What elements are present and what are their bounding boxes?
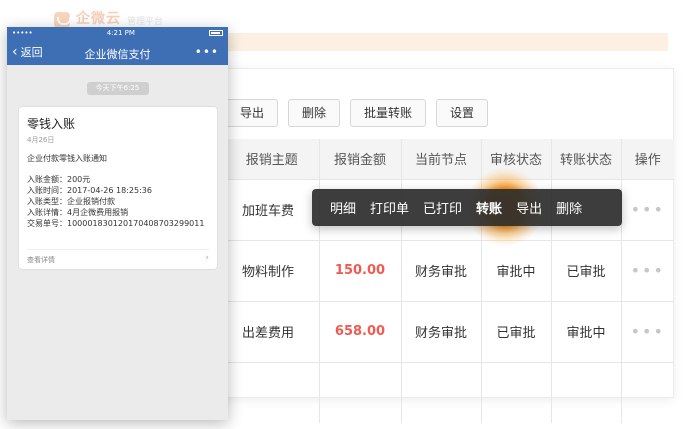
view-details-label: 查看详情 (27, 256, 55, 264)
phone-mockup: ••••• 4:21 PM ‹ 返回 企业微信支付 ••• 今天下午6:25 零… (7, 27, 228, 420)
action-delete[interactable]: 删除 (556, 198, 582, 217)
cell-subject: 物料制作 (225, 239, 320, 301)
message-line: 入账时间：2017-04-26 18:25:36 (27, 186, 152, 195)
cell-operation[interactable]: ••• (621, 300, 674, 362)
chevron-right-icon: › (205, 253, 209, 263)
message-heading: 企业付款零钱入账通知 (27, 154, 107, 163)
battery-icon (209, 30, 223, 36)
cell-transfer: 已审批 (551, 239, 622, 301)
status-time: 4:21 PM (106, 29, 135, 37)
message-line: 入账类型：企业报销付款 (27, 197, 115, 206)
row-action-bar: 明细 打印单 已打印 转账 导出 删除 (312, 189, 622, 226)
expense-panel: 导出 删除 批量转账 设置 报销主题 报销金额 当前节点 审核状态 转账状态 操… (210, 68, 674, 423)
signal-icon: ••••• (12, 29, 33, 37)
view-details-link[interactable]: 查看详情 › (27, 249, 209, 265)
delete-button[interactable]: 删除 (288, 99, 341, 127)
payment-message-card[interactable]: 零钱入账 4月26日 企业付款零钱入账通知 入账金额：200元 入账时间：201… (18, 106, 218, 270)
table-row[interactable]: 物料制作 150.00 财务审批 审批中 已审批 ••• (225, 239, 674, 301)
cell-node: 财务审批 (401, 300, 482, 362)
header-node[interactable]: 当前节点 (401, 139, 482, 179)
more-dots-icon[interactable]: ••• (631, 322, 665, 341)
message-line: 交易单号：100001830120170408703299011 (27, 219, 205, 228)
cell-audit: 审批中 (481, 239, 552, 301)
action-transfer[interactable]: 转账 (476, 198, 502, 217)
cell-operation[interactable]: ••• (621, 239, 674, 301)
table-header-row: 报销主题 报销金额 当前节点 审核状态 转账状态 操作 (225, 139, 674, 179)
action-export[interactable]: 导出 (516, 198, 542, 217)
table-row[interactable]: 出差费用 658.00 财务审批 已审批 审批中 ••• (225, 300, 674, 362)
phone-nav-bar: ‹ 返回 企业微信支付 ••• (7, 39, 228, 65)
brand-logo-area: 企微云 管理平台 (54, 8, 163, 28)
action-detail[interactable]: 明细 (330, 198, 356, 217)
action-printed[interactable]: 已打印 (423, 198, 462, 217)
phone-status-bar: ••••• 4:21 PM (7, 27, 228, 39)
cell-subject: 出差费用 (225, 300, 320, 362)
export-button[interactable]: 导出 (226, 99, 279, 127)
cell-node: 财务审批 (401, 239, 482, 301)
message-line: 入账金额：200元 (27, 175, 91, 184)
table-row-empty (225, 361, 674, 423)
message-line: 入账详情：4月企微费用报销 (27, 208, 129, 217)
header-subject[interactable]: 报销主题 (225, 139, 320, 179)
more-dots-icon[interactable]: ••• (631, 261, 665, 280)
toolbar: 导出 删除 批量转账 设置 (226, 99, 489, 127)
header-transfer-status[interactable]: 转账状态 (551, 139, 622, 179)
cell-subject: 加班车费 (225, 178, 320, 240)
notice-bar (228, 33, 668, 51)
message-date: 4月26日 (27, 136, 55, 144)
cell-amount: 658.00 (319, 300, 402, 362)
cell-transfer: 审批中 (551, 300, 622, 362)
settings-button[interactable]: 设置 (436, 99, 489, 127)
cell-audit: 已审批 (481, 300, 552, 362)
batch-transfer-button[interactable]: 批量转账 (350, 99, 427, 127)
message-title: 零钱入账 (27, 117, 76, 131)
action-print[interactable]: 打印单 (370, 198, 409, 217)
brand-name: 企微云 (76, 11, 121, 27)
more-dots-icon[interactable]: ••• (631, 200, 665, 219)
header-operation: 操作 (621, 139, 674, 179)
cell-operation[interactable]: ••• (621, 178, 674, 240)
expense-table: 报销主题 报销金额 当前节点 审核状态 转账状态 操作 加班车费 ••• 物料制… (225, 139, 674, 423)
cell-amount: 150.00 (319, 239, 402, 301)
message-time-chip: 今天下午6:25 (86, 82, 149, 95)
brand-subtitle: 管理平台 (127, 17, 164, 27)
header-amount[interactable]: 报销金额 (319, 139, 402, 179)
cloud-logo-icon (54, 12, 71, 28)
more-icon[interactable]: ••• (195, 45, 219, 59)
message-details: 入账金额：200元 入账时间：2017-04-26 18:25:36 入账类型：… (27, 174, 204, 229)
